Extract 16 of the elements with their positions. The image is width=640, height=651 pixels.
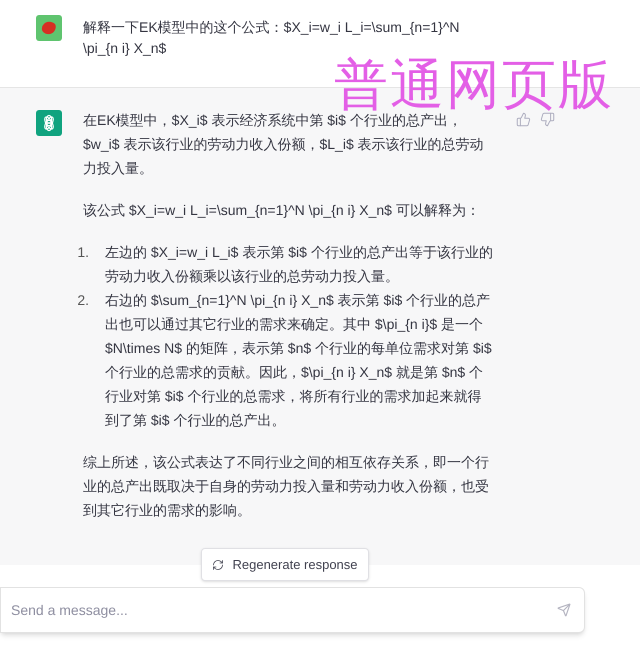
thumbs-down-button[interactable] [540, 111, 556, 127]
send-icon[interactable] [557, 603, 571, 617]
overlay-caption: 普通网页版 [334, 58, 614, 112]
refresh-icon [212, 558, 224, 570]
user-message: 解释一下EK模型中的这个公式：$X_i=w_i L_i=\sum_{n=1}^N \pi_{n i} X_n$ [83, 18, 461, 56]
list-item-text: 右边的 $\sum_{n=1}^N \pi_{n i} X_n$ 表示第 $i$ 个行业的总产出也可以通过其它行业的需求来确定。其中 $\pi_{n i}$ 是一个 $N\times N$ 的矩阵，表示第 $n$ 个行业的每单位需求对第 $i$ 个行业的总需求的贡献。因此，$\pi_{n i} X_n$ 就是第 $n$ 个行业对第 $i$ 个行业的总需求，将所有行业的需求加起来就得到了第 $i$ 个行业的总产出。 [105, 291, 493, 430]
blob-icon [41, 21, 57, 35]
list-number: 1. [76, 243, 90, 262]
response-paragraph: 在EK模型中，$X_i$ 表示经济系统中第 $i$ 个行业的总产出，$w_i$ 表示该行业的劳动力收入份额，$L_i$ 表示该行业的总劳动力投入量。 [83, 111, 485, 178]
message-input[interactable]: Send a message... [0, 587, 585, 633]
list-item-text: 左边的 $X_i=w_i L_i$ 表示第 $i$ 个行业的总产出等于该行业的劳动力收入份额乘以该行业的总劳动力投入量。 [105, 243, 494, 286]
thumbs-up-button[interactable] [516, 111, 532, 127]
regenerate-button[interactable]: Regenerate response [201, 548, 369, 581]
response-paragraph: 综上所述，该公式表达了不同行业之间的相互依存关系，即一个行业的总产出既取决于自身的劳动力投入量和劳动力收入份额，也受到其它行业的需求的影响。 [83, 453, 490, 520]
list-number: 2. [76, 291, 90, 310]
response-paragraph: 该公式 $X_i=w_i L_i=\sum_{n=1}^N \pi_{n i} X_n$ 可以解释为： [83, 201, 481, 220]
